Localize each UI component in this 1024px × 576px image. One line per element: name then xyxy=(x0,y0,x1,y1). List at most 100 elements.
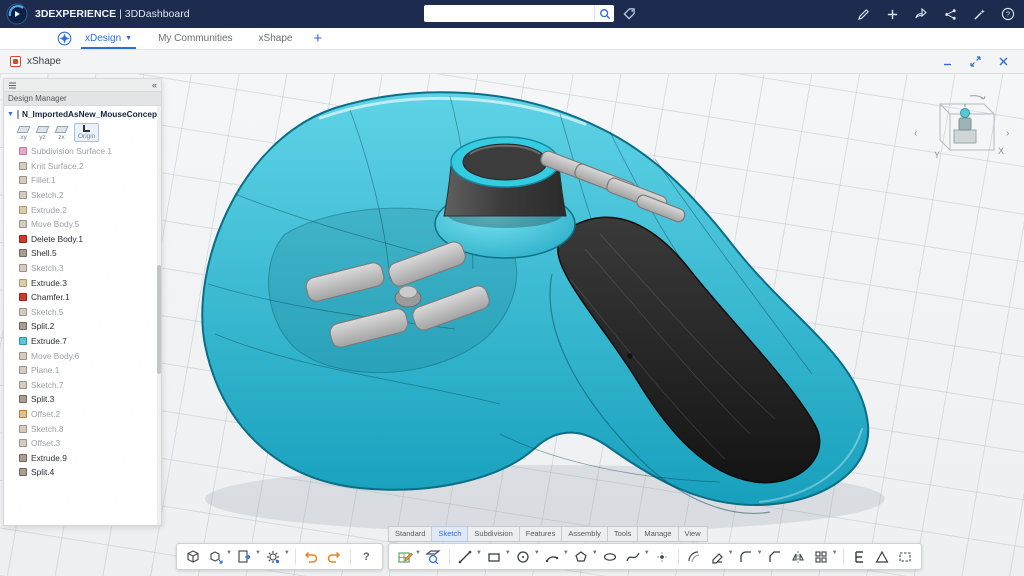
tab-xshape[interactable]: xShape xyxy=(246,28,306,49)
layers-icon[interactable] xyxy=(8,81,17,90)
rectangle-tool[interactable] xyxy=(484,546,505,567)
tree-item[interactable]: Sketch.8 xyxy=(4,421,161,436)
tree-scrollbar[interactable] xyxy=(157,106,161,525)
viewport-3d[interactable]: « Design Manager ▼ N_ImportedAsNew_Mouse… xyxy=(0,74,1024,576)
tab-sketch[interactable]: Sketch xyxy=(432,526,468,542)
tree-item[interactable]: Extrude.9 xyxy=(4,450,161,465)
viewcube-left-arrow[interactable]: ‹ xyxy=(914,128,917,139)
undo-icon[interactable] xyxy=(301,546,322,567)
dropdown-caret[interactable]: ▼ xyxy=(728,550,734,556)
trim-tool[interactable] xyxy=(707,546,728,567)
tree-item[interactable]: Offset.2 xyxy=(4,407,161,422)
dropdown-caret[interactable]: ▼ xyxy=(415,550,421,556)
assistant-icon[interactable] xyxy=(971,6,987,22)
circle-tool[interactable] xyxy=(513,546,534,567)
rotate-arrow-icon[interactable] xyxy=(970,96,985,99)
tree-item[interactable]: Fillet.1 xyxy=(4,173,161,188)
tree-item[interactable]: Shell.5 xyxy=(4,246,161,261)
tab-subdivision[interactable]: Subdivision xyxy=(468,526,519,542)
polygon-tool[interactable] xyxy=(571,546,592,567)
tree-item[interactable]: Chamfer.1 xyxy=(4,290,161,305)
orient-view-icon[interactable] xyxy=(205,546,226,567)
dropdown-caret[interactable]: ▼ xyxy=(226,550,232,556)
dropdown-caret[interactable]: ▼ xyxy=(832,550,838,556)
edit-icon[interactable] xyxy=(855,6,871,22)
arc-tool[interactable] xyxy=(542,546,563,567)
caret-down-icon[interactable]: ▼ xyxy=(7,111,14,118)
plane-yz[interactable]: yz xyxy=(37,126,48,141)
dropdown-caret[interactable]: ▼ xyxy=(255,550,261,556)
tab-standard[interactable]: Standard xyxy=(388,526,432,542)
slot-tool[interactable] xyxy=(600,546,621,567)
add-tab-button[interactable]: + xyxy=(307,30,328,47)
spline-tool[interactable] xyxy=(623,546,644,567)
view-cube-icon[interactable] xyxy=(182,546,203,567)
tree-item[interactable]: Knit Surface.2 xyxy=(4,159,161,174)
tree-root[interactable]: ▼ N_ImportedAsNew_MouseConcept2 xyxy=(4,106,161,122)
compass-icon[interactable] xyxy=(57,31,72,46)
scrollbar-thumb[interactable] xyxy=(157,265,161,374)
network-icon[interactable] xyxy=(942,6,958,22)
fillet-tool[interactable] xyxy=(736,546,757,567)
tab-tools[interactable]: Tools xyxy=(608,526,639,542)
add-icon[interactable] xyxy=(884,6,900,22)
plane-zx[interactable]: zx xyxy=(56,126,67,141)
dropdown-caret[interactable]: ▼ xyxy=(592,550,598,556)
tree-item[interactable]: Extrude.2 xyxy=(4,202,161,217)
dropdown-caret[interactable]: ▼ xyxy=(644,550,650,556)
offset-tool[interactable] xyxy=(684,546,705,567)
export-icon[interactable] xyxy=(234,546,255,567)
close-icon[interactable] xyxy=(997,55,1010,68)
tab-assembly[interactable]: Assembly xyxy=(562,526,608,542)
redo-icon[interactable] xyxy=(324,546,345,567)
tree-item[interactable]: Plane.1 xyxy=(4,363,161,378)
tab-view[interactable]: View xyxy=(679,526,708,542)
tree-item[interactable]: Move Body.6 xyxy=(4,348,161,363)
constraint-tool[interactable] xyxy=(849,546,870,567)
chamfer-tool[interactable] xyxy=(765,546,786,567)
tree-item[interactable]: Split.4 xyxy=(4,465,161,480)
tree-item[interactable]: Sketch.2 xyxy=(4,188,161,203)
mirror-tool[interactable] xyxy=(788,546,809,567)
dassault-3ds-logo[interactable] xyxy=(6,3,28,25)
pattern-tool[interactable] xyxy=(811,546,832,567)
help-icon[interactable]: ? xyxy=(356,546,377,567)
search-input[interactable] xyxy=(424,5,594,22)
origin-item[interactable]: Origin xyxy=(75,124,98,141)
point-tool[interactable] xyxy=(652,546,673,567)
tree-item[interactable]: Sketch.5 xyxy=(4,305,161,320)
expand-icon[interactable] xyxy=(969,55,982,68)
tree-item[interactable]: Sketch.3 xyxy=(4,261,161,276)
tree-item[interactable]: Extrude.3 xyxy=(4,275,161,290)
dropdown-caret[interactable]: ▼ xyxy=(563,550,569,556)
tree-item[interactable]: Move Body.5 xyxy=(4,217,161,232)
collapse-panel-icon[interactable]: « xyxy=(152,81,157,90)
tab-my-communities[interactable]: My Communities xyxy=(145,28,245,49)
tab-features[interactable]: Features xyxy=(520,526,563,542)
minimize-icon[interactable] xyxy=(941,55,954,68)
plane-xy[interactable]: xy xyxy=(18,126,29,141)
settings-icon[interactable] xyxy=(263,546,284,567)
convert-tool[interactable] xyxy=(895,546,916,567)
search-icon[interactable] xyxy=(594,5,614,22)
dropdown-caret[interactable]: ▼ xyxy=(284,550,290,556)
tag-icon[interactable] xyxy=(623,7,636,20)
line-tool[interactable] xyxy=(455,546,476,567)
dropdown-caret[interactable]: ▼ xyxy=(505,550,511,556)
tree-item[interactable]: Delete Body.1 xyxy=(4,232,161,247)
view-cube[interactable]: ‹ › Y X xyxy=(910,90,1014,166)
tab-manage[interactable]: Manage xyxy=(638,526,678,542)
viewcube-right-arrow[interactable]: › xyxy=(1006,128,1009,139)
view-normal-icon[interactable] xyxy=(423,546,444,567)
dropdown-caret[interactable]: ▼ xyxy=(757,550,763,556)
dropdown-caret[interactable]: ▼ xyxy=(476,550,482,556)
sketch-mode-icon[interactable] xyxy=(394,546,415,567)
tree-item[interactable]: Split.3 xyxy=(4,392,161,407)
tree-item[interactable]: Subdivision Surface.1 xyxy=(4,144,161,159)
share-icon[interactable] xyxy=(913,6,929,22)
triangle-tool[interactable] xyxy=(872,546,893,567)
tab-xdesign[interactable]: xDesign ▼ xyxy=(72,28,145,49)
tree-item[interactable]: Sketch.7 xyxy=(4,378,161,393)
dropdown-caret[interactable]: ▼ xyxy=(534,550,540,556)
tree-item[interactable]: Extrude.7 xyxy=(4,334,161,349)
